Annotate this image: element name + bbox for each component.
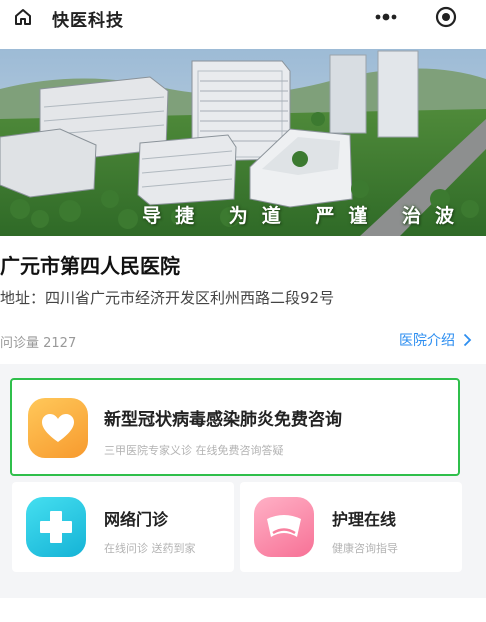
nursing-online-card[interactable]: 护理在线 健康咨询指导 [240, 482, 462, 572]
home-button[interactable] [12, 6, 34, 28]
home-icon [15, 9, 31, 25]
heart-icon [42, 414, 74, 442]
online-clinic-title: 网络门诊 [104, 510, 169, 529]
hospital-intro-label: 医院介绍 [399, 333, 455, 349]
stats-row: 问诊量 2127 医院介绍 [0, 330, 486, 352]
chevron-right-icon [463, 333, 472, 347]
close-button[interactable] [417, 2, 475, 32]
nursing-online-icon-badge [254, 497, 314, 557]
banner-slogan: 导捷 为道 严谨 治波 [142, 205, 468, 227]
online-clinic-icon-badge [26, 497, 86, 557]
covid-consult-icon-badge [28, 398, 88, 458]
covid-consult-title: 新型冠状病毒感染肺炎免费咨询 [104, 410, 342, 430]
nursing-online-title: 护理在线 [332, 510, 397, 529]
target-close-icon [435, 6, 457, 28]
hospital-address: 地址：四川省广元市经济开发区利州西路二段92号 [0, 289, 335, 307]
hospital-name: 广元市第四人民医院 [0, 254, 180, 278]
top-nav-bar: 快医科技 [0, 0, 486, 34]
nurse-cap-icon [267, 515, 301, 537]
hospital-banner: 导捷 为道 严谨 治波 [0, 49, 486, 236]
medical-cross-icon [40, 511, 72, 543]
more-button[interactable] [357, 2, 415, 32]
online-clinic-desc: 在线问诊 送药到家 [104, 542, 196, 555]
app-title: 快医科技 [52, 11, 124, 31]
mini-program-capsule [357, 2, 475, 32]
more-dots-icon [375, 13, 397, 21]
covid-consult-card[interactable]: 新型冠状病毒感染肺炎免费咨询 三甲医院专家义诊 在线免费咨询答疑 [10, 378, 460, 476]
covid-consult-subtitle: 三甲医院专家义诊 在线免费咨询答疑 [104, 444, 284, 457]
nursing-online-desc: 健康咨询指导 [332, 542, 398, 555]
bottom-strip [0, 598, 486, 622]
hospital-intro-link[interactable]: 医院介绍 [399, 330, 472, 350]
online-clinic-card[interactable]: 网络门诊 在线问诊 送药到家 [12, 482, 234, 572]
visit-count: 问诊量 2127 [0, 336, 77, 351]
